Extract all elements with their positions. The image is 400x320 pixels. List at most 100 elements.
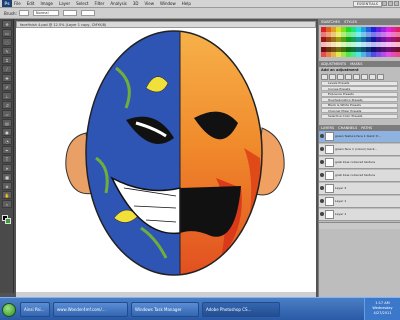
color-swatch[interactable] xyxy=(356,27,361,32)
swatches-grid[interactable] xyxy=(319,25,400,59)
taskbar-button[interactable]: www.Wonder4mf.com/... xyxy=(53,302,128,317)
type-tool-icon[interactable]: T xyxy=(2,155,12,163)
tab-adjustments[interactable]: ADJUSTMENTS xyxy=(321,62,346,66)
eye-icon[interactable] xyxy=(320,160,324,165)
color-swatch[interactable] xyxy=(336,32,341,37)
menu-view[interactable]: View xyxy=(145,1,155,6)
pen-tool-icon[interactable]: ✒ xyxy=(2,146,12,154)
path-select-tool-icon[interactable]: ➤ xyxy=(2,164,12,172)
color-swatch[interactable] xyxy=(361,37,366,42)
taskbar-button[interactable]: Adobe Photoshop CS... xyxy=(202,302,280,317)
color-swatch[interactable] xyxy=(391,52,396,57)
menu-edit[interactable]: Edit xyxy=(27,1,35,6)
curves-icon[interactable] xyxy=(337,73,344,80)
color-swatch[interactable] xyxy=(331,52,336,57)
color-balance-icon[interactable] xyxy=(369,73,376,80)
color-swatch[interactable] xyxy=(381,37,386,42)
tab-masks[interactable]: MASKS xyxy=(350,62,362,66)
color-swatch[interactable] xyxy=(361,47,366,52)
tab-swatches[interactable]: SWATCHES xyxy=(321,20,340,24)
zoom-tool-icon[interactable]: ⌕ xyxy=(2,200,12,208)
color-swatch[interactable] xyxy=(356,37,361,42)
color-swatch[interactable] xyxy=(336,42,341,47)
color-swatch[interactable] xyxy=(336,37,341,42)
hand-tool-icon[interactable]: ✋ xyxy=(2,191,12,199)
color-swatch[interactable] xyxy=(366,47,371,52)
color-swatch[interactable] xyxy=(351,37,356,42)
color-swatch[interactable] xyxy=(326,52,331,57)
eye-icon[interactable] xyxy=(320,199,324,204)
layer-row[interactable]: grab blue coloured texture xyxy=(319,156,400,169)
color-swatch[interactable] xyxy=(386,37,391,42)
color-swatch[interactable] xyxy=(361,27,366,32)
color-swatch[interactable] xyxy=(341,47,346,52)
workspace-switcher[interactable]: ESSENTIALS xyxy=(352,1,382,7)
color-swatch[interactable] xyxy=(391,32,396,37)
color-swatch[interactable] xyxy=(386,47,391,52)
layer-row[interactable]: Layer 1 xyxy=(319,208,400,221)
color-swatch[interactable] xyxy=(371,27,376,32)
color-swatch[interactable] xyxy=(391,42,396,47)
menu-image[interactable]: Image xyxy=(40,1,53,6)
color-swatch[interactable] xyxy=(381,27,386,32)
color-swatch[interactable] xyxy=(336,47,341,52)
dodge-tool-icon[interactable]: ◔ xyxy=(2,137,12,145)
layer-row[interactable]: grab blue coloured texture xyxy=(319,169,400,182)
blur-tool-icon[interactable]: ● xyxy=(2,128,12,136)
color-swatch[interactable] xyxy=(326,32,331,37)
menu-help[interactable]: Help xyxy=(182,1,191,6)
color-swatch[interactable] xyxy=(336,27,341,32)
eye-icon[interactable] xyxy=(320,173,324,178)
color-swatch[interactable] xyxy=(366,27,371,32)
menu-3d[interactable]: 3D xyxy=(133,1,139,6)
color-swatch[interactable] xyxy=(396,42,400,47)
lasso-tool-icon[interactable]: ◌ xyxy=(2,38,12,46)
color-swatch[interactable] xyxy=(341,37,346,42)
color-swatch[interactable] xyxy=(351,42,356,47)
eye-icon[interactable] xyxy=(320,212,324,217)
shape-tool-icon[interactable]: ■ xyxy=(2,173,12,181)
color-swatch[interactable] xyxy=(321,42,326,47)
layer-row[interactable]: Layer 1 xyxy=(319,195,400,208)
color-swatch[interactable] xyxy=(361,42,366,47)
layer-row[interactable]: green feature face 1 blank tr... xyxy=(319,130,400,143)
color-swatch[interactable] xyxy=(381,32,386,37)
color-swatch[interactable] xyxy=(386,42,391,47)
color-swatch[interactable] xyxy=(386,27,391,32)
color-swatch[interactable] xyxy=(326,42,331,47)
color-swatch[interactable] xyxy=(351,27,356,32)
color-swatch[interactable] xyxy=(371,32,376,37)
color-swatch[interactable] xyxy=(341,32,346,37)
color-swatch[interactable] xyxy=(381,52,386,57)
color-swatch[interactable] xyxy=(376,27,381,32)
color-swatch[interactable] xyxy=(336,52,341,57)
color-swatch[interactable] xyxy=(386,52,391,57)
eraser-tool-icon[interactable]: ▱ xyxy=(2,110,12,118)
color-swatch[interactable] xyxy=(321,47,326,52)
color-swatch[interactable] xyxy=(346,52,351,57)
color-swatch[interactable] xyxy=(396,47,400,52)
minimize-button[interactable] xyxy=(382,1,387,6)
color-swatch[interactable] xyxy=(381,47,386,52)
color-swatch[interactable] xyxy=(321,52,326,57)
preset-hue-saturation[interactable]: Hue/Saturation Presets xyxy=(321,97,398,102)
preset-exposure[interactable]: Exposure Presets xyxy=(321,91,398,97)
menu-layer[interactable]: Layer xyxy=(59,1,70,6)
color-swatch[interactable] xyxy=(366,32,371,37)
maximize-button[interactable] xyxy=(388,1,393,6)
mode-select[interactable]: Normal xyxy=(32,10,59,16)
color-swatch[interactable] xyxy=(346,32,351,37)
color-swatch[interactable] xyxy=(361,52,366,57)
color-swatch[interactable] xyxy=(376,47,381,52)
black-white-icon[interactable] xyxy=(377,73,384,80)
color-swatch[interactable] xyxy=(346,37,351,42)
menu-analysis[interactable]: Analysis xyxy=(110,1,126,6)
color-swatch[interactable] xyxy=(396,32,400,37)
layer-row[interactable]: green face 1 (colour) back... xyxy=(319,143,400,156)
layers-actions-bar[interactable] xyxy=(319,221,400,229)
eye-icon[interactable] xyxy=(320,186,324,191)
layer-row[interactable]: Layer 2 xyxy=(319,182,400,195)
brush-preset-picker[interactable] xyxy=(18,10,29,16)
color-swatch[interactable] xyxy=(356,42,361,47)
brush-tool-icon[interactable]: ✐ xyxy=(2,83,12,91)
